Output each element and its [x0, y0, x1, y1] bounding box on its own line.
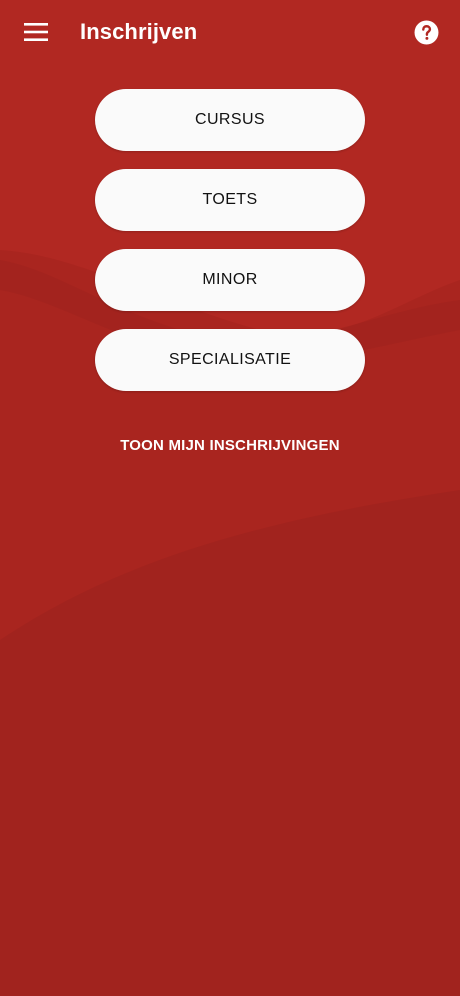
exam-button[interactable]: TOETS: [95, 169, 365, 231]
show-my-registrations-link[interactable]: TOON MIJN INSCHRIJVINGEN: [110, 431, 350, 460]
page-title: Inschrijven: [80, 19, 198, 44]
registration-options: CURSUS TOETS MINOR SPECIALISATIE TOON MI…: [0, 89, 460, 460]
help-circle-icon: [414, 20, 438, 44]
app-bar: Inschrijven: [0, 0, 460, 64]
minor-button[interactable]: MINOR: [95, 249, 365, 311]
menu-button[interactable]: [14, 12, 58, 52]
specialisation-button[interactable]: SPECIALISATIE: [95, 329, 365, 391]
help-button[interactable]: [402, 10, 450, 54]
hamburger-menu-icon: [24, 23, 48, 41]
course-button[interactable]: CURSUS: [95, 89, 365, 151]
